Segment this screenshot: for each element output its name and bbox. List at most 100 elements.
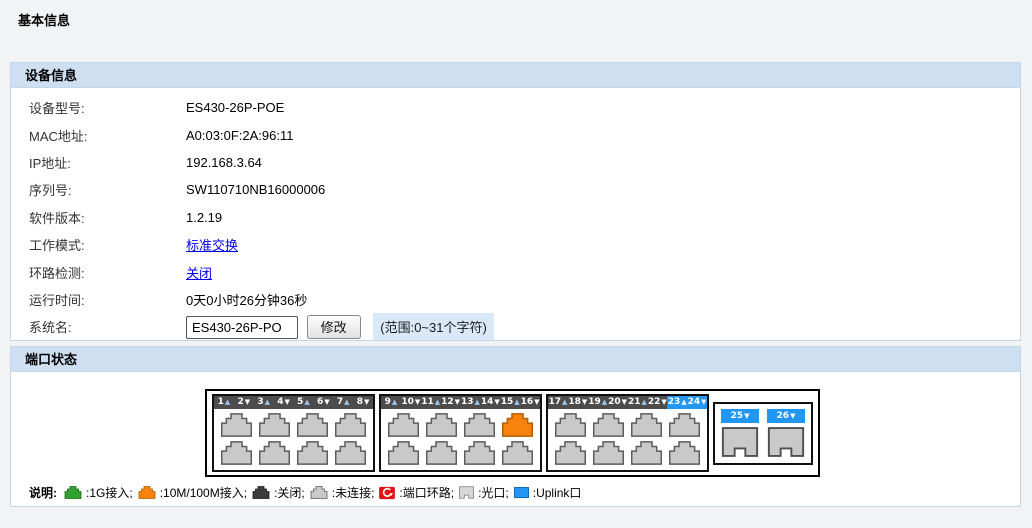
port-panel: 1▲2▼3▲4▼5▲6▼7▲8▼9▲10▼11▲12▼13▲14▼15▲16▼1… [205,389,820,477]
port-9-icon [387,413,420,437]
port-group-2: 9▲10▼11▲12▼13▲14▼15▲16▼ [379,394,542,472]
device-model-label: 设备型号: [29,98,186,117]
system-name-input[interactable] [186,316,298,339]
port-24-icon [668,441,701,465]
port-label-4: 4▼ [274,396,294,409]
g1-legend-icon [64,486,82,499]
port-status-header: 端口状态 [11,347,1020,372]
modify-button[interactable]: 修改 [307,315,361,339]
port-label-1: 1▲ [214,396,234,409]
legend-item-off: :关闭; [252,484,305,501]
row-mac-address: MAC地址: A0:03:0F:2A:96:11 [11,121,1020,148]
port-label-16: 16▼ [520,396,540,409]
legend-label: :10M/100M接入; [160,484,247,501]
port-label-9: 9▲ [381,396,401,409]
port-25-icon [721,427,759,457]
row-system-name: 系统名: 修改 (范围:0~31个字符) [11,313,1020,340]
port-1-icon [220,413,253,437]
port-group-3: 17▲18▼19▲20▼21▲22▼23▲24▼ [546,394,709,472]
loop-legend-icon [379,486,395,500]
row-loop-detect: 环路检测: 关闭 [11,258,1020,285]
device-model-value: ES430-26P-POE [186,100,284,115]
system-name-label: 系统名: [29,317,186,336]
port-23-icon [668,413,701,437]
loop-detect-link[interactable]: 关闭 [186,266,212,281]
fiber-legend-icon [459,486,474,499]
port-18-icon [554,441,587,465]
legend-item-loop: :端口环路; [379,484,454,501]
port-11-icon [425,413,458,437]
legend-label: :1G接入; [86,484,133,501]
legend-label: :未连接; [332,484,375,501]
work-mode-link[interactable]: 标准交换 [186,238,238,253]
port-22-icon [630,441,663,465]
legend-item-uplink: :Uplink口 [514,484,582,501]
port-20-icon [592,441,625,465]
device-info-rows: 设备型号: ES430-26P-POE MAC地址: A0:03:0F:2A:9… [11,88,1020,341]
port-legend: 说明: :1G接入; :10M/100M接入; :关闭; :未连接; :端口环路; :光口… [29,484,581,501]
sfp-group: 25▼ 26▼ [713,402,813,465]
port-21-icon [630,413,663,437]
serial-number-value: SW110710NB16000006 [186,182,325,197]
port-17-icon [554,413,587,437]
legend-label: :Uplink口 [533,484,582,501]
row-device-model: 设备型号: ES430-26P-POE [11,94,1020,121]
port-label-21: 21▲ [628,396,648,409]
port-label-22: 22▼ [647,396,667,409]
legend-prefix: 说明: [29,484,57,501]
port-label-24: 24▼ [687,396,707,409]
port-26-icon [767,427,805,457]
port-13-icon [463,413,496,437]
port-19-icon [592,413,625,437]
mac-address-value: A0:03:0F:2A:96:11 [186,128,293,143]
port-label-26: 26▼ [767,409,805,423]
m100-legend-icon [138,486,156,499]
ip-address-value: 192.168.3.64 [186,155,262,170]
port-4-icon [258,441,291,465]
legend-item-g1: :1G接入; [64,484,133,501]
port-label-17: 17▲ [548,396,568,409]
serial-number-label: 序列号: [29,180,186,199]
device-info-header: 设备信息 [11,63,1020,88]
loop-detect-label: 环路检测: [29,263,186,282]
system-name-hint: (范围:0~31个字符) [373,313,494,340]
port-12-icon [425,441,458,465]
port-label-3: 3▲ [254,396,274,409]
port-8-icon [334,441,367,465]
page-title: 基本信息 [18,10,70,29]
row-uptime: 运行时间: 0天0小时26分钟36秒 [11,286,1020,313]
port-14-icon [463,441,496,465]
port-label-10: 10▼ [401,396,421,409]
port-label-2: 2▼ [234,396,254,409]
port-label-6: 6▼ [313,396,333,409]
port-group-1: 1▲2▼3▲4▼5▲6▼7▲8▼ [212,394,375,472]
port-16-icon [501,441,534,465]
legend-label: :端口环路; [399,484,454,501]
port-label-23: 23▲ [667,396,687,409]
work-mode-label: 工作模式: [29,235,186,254]
legend-items: :1G接入; :10M/100M接入; :关闭; :未连接; :端口环路; :光口; :Up… [64,484,581,501]
port-label-8: 8▼ [353,396,373,409]
port-label-25: 25▼ [721,409,759,423]
mac-address-label: MAC地址: [29,126,186,145]
legend-item-unconnected: :未连接; [310,484,375,501]
port-status-section: 端口状态 1▲2▼3▲4▼5▲6▼7▲8▼9▲10▼11▲12▼13▲14▼15… [10,346,1021,507]
ip-address-label: IP地址: [29,153,186,172]
row-firmware-version: 软件版本: 1.2.19 [11,204,1020,231]
row-ip-address: IP地址: 192.168.3.64 [11,149,1020,176]
port-6-icon [296,441,329,465]
off-legend-icon [252,486,270,499]
legend-item-fiber: :光口; [459,484,509,501]
port-label-11: 11▲ [421,396,441,409]
firmware-version-label: 软件版本: [29,208,186,227]
port-3-icon [258,413,291,437]
legend-label: :关闭; [274,484,305,501]
port-label-15: 15▲ [500,396,520,409]
port-label-12: 12▼ [441,396,461,409]
port-15-icon [501,413,534,437]
row-serial-number: 序列号: SW110710NB16000006 [11,176,1020,203]
row-work-mode: 工作模式: 标准交换 [11,231,1020,258]
firmware-version-value: 1.2.19 [186,210,222,225]
port-label-18: 18▼ [568,396,588,409]
port-label-7: 7▲ [333,396,353,409]
